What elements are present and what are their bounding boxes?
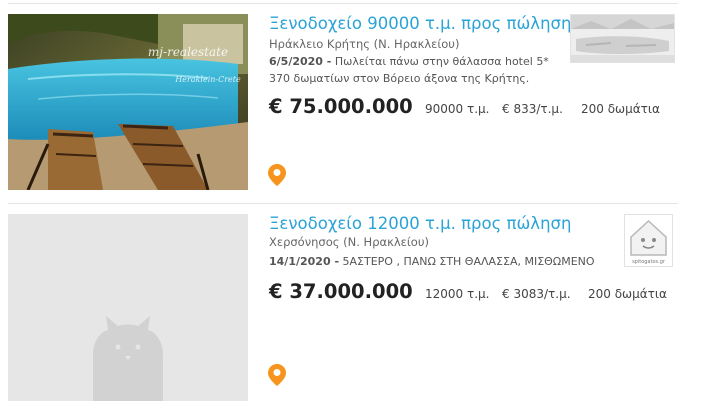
listing-price-per-sqm: € 833/τ.μ.: [502, 102, 563, 116]
resort-thumbnail-icon: [571, 15, 674, 62]
divider: [8, 203, 678, 204]
divider: [8, 3, 678, 4]
listing-description: 6/5/2020 - Πωλείται πάνω στην θάλασσα ho…: [269, 53, 559, 87]
listing-area: 90000 τ.μ.: [425, 102, 490, 116]
house-mascot-icon: spitogatos.gr: [625, 215, 672, 266]
listing-area: 12000 τ.μ.: [425, 287, 490, 301]
listing-photo-placeholder[interactable]: [8, 214, 248, 401]
listing-title[interactable]: Ξενοδοχείο 90000 τ.μ. προς πώληση: [269, 14, 571, 33]
listing-description: 14/1/2020 - 5ΑΣΤΕΡΟ , ΠΑΝΩ ΣΤΗ ΘΑΛΑΣΣΑ, …: [269, 253, 599, 270]
map-pin-icon[interactable]: [268, 364, 286, 386]
listing-location: Ηράκλειο Κρήτης (Ν. Ηρακλείου): [269, 37, 460, 51]
agency-logo[interactable]: spitogatos.gr: [624, 214, 673, 267]
photo-watermark: mj-realestate: [148, 45, 228, 59]
listing-description-text: 5ΑΣΤΕΡΟ , ΠΑΝΩ ΣΤΗ ΘΑΛΑΣΣΑ, ΜΙΣΘΩΜΕΝΟ: [342, 255, 595, 268]
pool-photo: mj-realestate Heraklein-Crete: [8, 14, 248, 190]
listing-date: 6/5/2020 -: [269, 55, 332, 68]
listing-price-per-sqm: € 3083/τ.μ.: [502, 287, 571, 301]
photo-watermark-subtitle: Heraklein-Crete: [174, 75, 241, 84]
agency-logo-text: spitogatos.gr: [632, 259, 666, 265]
listing-title[interactable]: Ξενοδοχείο 12000 τ.μ. προς πώληση: [269, 214, 571, 233]
listing-date: 14/1/2020 -: [269, 255, 340, 268]
map-pin-icon[interactable]: [268, 164, 286, 186]
listing-price: € 37.000.000: [269, 280, 413, 303]
listing-card[interactable]: mj-realestate Heraklein-Crete Ξενοδοχείο…: [0, 0, 727, 200]
listing-location: Χερσόνησος (Ν. Ηρακλείου): [269, 235, 429, 249]
listing-photo-pool[interactable]: mj-realestate Heraklein-Crete: [8, 14, 248, 190]
listing-price: € 75.000.000: [269, 95, 413, 118]
cat-placeholder-icon: [8, 214, 248, 401]
listing-card[interactable]: Ξενοδοχείο 12000 τ.μ. προς πώληση Χερσόν…: [0, 200, 727, 401]
listing-rooms: 200 δωμάτια: [581, 102, 660, 116]
agency-logo[interactable]: [570, 14, 675, 63]
listing-rooms: 200 δωμάτια: [588, 287, 667, 301]
